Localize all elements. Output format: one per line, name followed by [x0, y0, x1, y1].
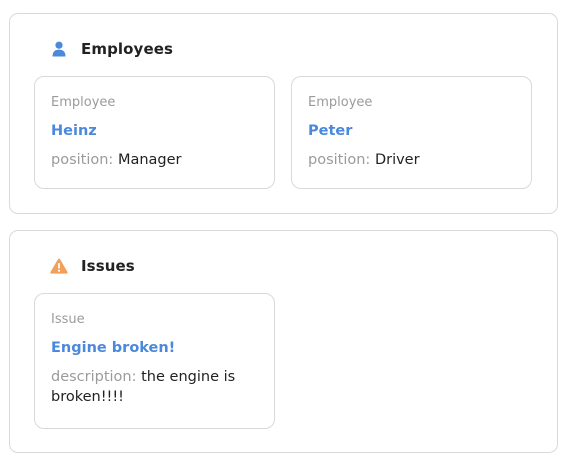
person-icon	[50, 40, 68, 58]
employee-name-link[interactable]: Peter	[308, 121, 515, 141]
card-type-label: Employee	[308, 95, 373, 110]
employees-panel: Employees Employee Heinz position: Manag…	[9, 13, 558, 214]
description-key: description:	[51, 369, 137, 385]
position-key: position:	[51, 152, 114, 168]
employee-name-link[interactable]: Heinz	[51, 121, 258, 141]
description-field: description: the engine is broken!!!!	[51, 367, 258, 407]
issues-header: Issues	[50, 253, 135, 279]
employee-card-peter[interactable]: Employee Peter position: Driver	[291, 76, 532, 189]
position-field: position: Driver	[308, 150, 515, 170]
employee-card-heinz[interactable]: Employee Heinz position: Manager	[34, 76, 275, 189]
position-value: Driver	[374, 152, 420, 168]
position-field: position: Manager	[51, 150, 258, 170]
card-type-label: Issue	[51, 312, 85, 327]
issues-title: Issues	[81, 257, 135, 275]
position-key: position:	[308, 152, 371, 168]
employees-title: Employees	[81, 40, 174, 58]
card-type-label: Employee	[51, 95, 116, 110]
employees-header: Employees	[50, 36, 173, 62]
issue-name-link[interactable]: Engine broken!	[51, 338, 258, 358]
warning-icon	[50, 257, 68, 275]
issue-card-engine-broken[interactable]: Issue Engine broken! description: the en…	[34, 293, 275, 429]
position-value: Manager	[117, 152, 182, 168]
issues-panel: Issues Issue Engine broken! description:…	[9, 230, 558, 453]
